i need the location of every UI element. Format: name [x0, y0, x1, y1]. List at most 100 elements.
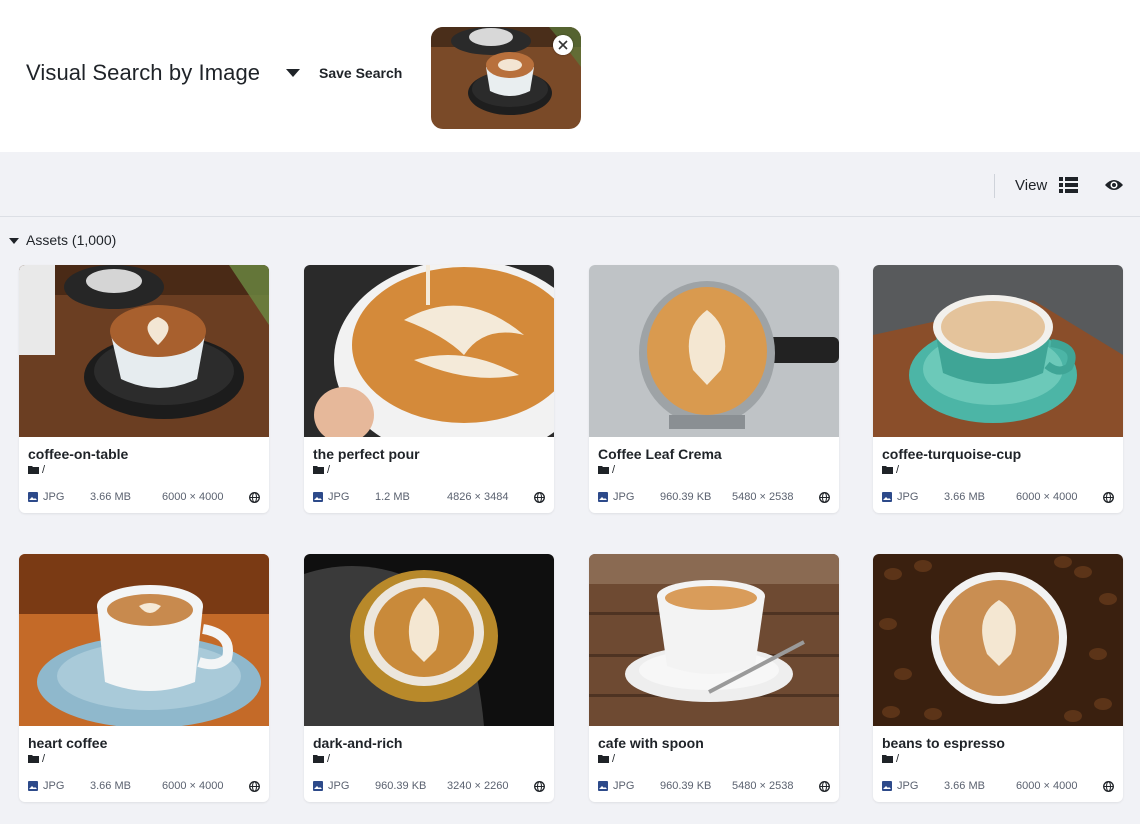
asset-thumbnail: [589, 554, 839, 726]
folder-icon: [313, 466, 324, 474]
folder-path: /: [313, 753, 330, 765]
asset-thumbnail: [19, 265, 269, 437]
image-file-icon: [598, 492, 608, 502]
globe-icon: [534, 781, 545, 792]
folder-icon: [28, 466, 39, 474]
globe-icon: [534, 492, 545, 503]
folder-path-text: /: [327, 464, 331, 476]
asset-card[interactable]: coffee-on-table / JPG 3.66 MB 6000 × 400…: [19, 265, 269, 513]
results-toolbar: View: [0, 152, 1140, 217]
folder-icon: [598, 755, 609, 763]
asset-card[interactable]: heart coffee / JPG 3.66 MB 6000 × 4000: [19, 554, 269, 802]
image-file-icon: [28, 781, 38, 791]
chevron-down-icon[interactable]: [284, 66, 302, 80]
file-size: 3.66 MB: [944, 491, 985, 503]
asset-thumbnail: [873, 554, 1123, 726]
search-title: Visual Search by Image: [26, 60, 261, 85]
asset-card[interactable]: dark-and-rich / JPG 960.39 KB 3240 × 226…: [304, 554, 554, 802]
folder-path: /: [313, 464, 330, 476]
file-type: JPG: [897, 780, 919, 792]
assets-section-toggle[interactable]: Assets (1,000): [8, 232, 116, 248]
file-type: JPG: [613, 491, 635, 503]
asset-card[interactable]: beans to espresso / JPG 3.66 MB 6000 × 4…: [873, 554, 1123, 802]
asset-title: dark-and-rich: [313, 735, 403, 751]
file-size: 3.66 MB: [944, 780, 985, 792]
list-view-icon[interactable]: [1059, 177, 1078, 193]
file-size: 3.66 MB: [90, 780, 131, 792]
file-size: 1.2 MB: [375, 491, 410, 503]
asset-title: heart coffee: [28, 735, 108, 751]
file-dimensions: 5480 × 2538: [732, 780, 794, 792]
file-dimensions: 4826 × 3484: [447, 491, 509, 503]
globe-icon: [1103, 492, 1114, 503]
image-file-icon: [313, 781, 323, 791]
folder-path-text: /: [42, 753, 46, 765]
file-type: JPG: [328, 491, 350, 503]
folder-icon: [313, 755, 324, 763]
asset-title: coffee-turquoise-cup: [882, 446, 1022, 462]
asset-title: beans to espresso: [882, 735, 1005, 751]
folder-path-text: /: [327, 753, 331, 765]
image-file-icon: [313, 492, 323, 502]
folder-icon: [882, 466, 893, 474]
asset-card[interactable]: Coffee Leaf Crema / JPG 960.39 KB 5480 ×…: [589, 265, 839, 513]
asset-card[interactable]: the perfect pour / JPG 1.2 MB 4826 × 348…: [304, 265, 554, 513]
folder-path: /: [882, 464, 899, 476]
file-dimensions: 3240 × 2260: [447, 780, 509, 792]
view-label[interactable]: View: [1015, 177, 1047, 194]
file-size: 960.39 KB: [375, 780, 427, 792]
results-area: View Assets (1,000) coffee-on-table / JP…: [0, 152, 1140, 824]
asset-card[interactable]: coffee-turquoise-cup / JPG 3.66 MB 6000 …: [873, 265, 1123, 513]
file-dimensions: 6000 × 4000: [162, 491, 224, 503]
globe-icon: [249, 781, 260, 792]
file-size: 960.39 KB: [660, 491, 712, 503]
image-file-icon: [598, 781, 608, 791]
caret-down-icon: [9, 238, 19, 245]
asset-title: the perfect pour: [313, 446, 420, 462]
file-dimensions: 6000 × 4000: [1016, 491, 1078, 503]
image-file-icon: [882, 781, 892, 791]
eye-icon[interactable]: [1104, 177, 1124, 193]
toolbar-divider: [994, 174, 995, 198]
asset-thumbnail: [589, 265, 839, 437]
asset-title: Coffee Leaf Crema: [598, 446, 722, 462]
asset-thumbnail: [304, 265, 554, 437]
folder-path: /: [598, 753, 615, 765]
file-type: JPG: [613, 780, 635, 792]
save-search-button[interactable]: Save Search: [319, 65, 402, 81]
folder-path-text: /: [896, 753, 900, 765]
file-dimensions: 6000 × 4000: [162, 780, 224, 792]
asset-thumbnail: [19, 554, 269, 726]
file-dimensions: 5480 × 2538: [732, 491, 794, 503]
folder-path: /: [28, 464, 45, 476]
file-type: JPG: [43, 491, 65, 503]
folder-path-text: /: [42, 464, 46, 476]
asset-thumbnail: [873, 265, 1123, 437]
folder-path: /: [598, 464, 615, 476]
file-type: JPG: [897, 491, 919, 503]
file-size: 3.66 MB: [90, 491, 131, 503]
file-size: 960.39 KB: [660, 780, 712, 792]
asset-title: coffee-on-table: [28, 446, 129, 462]
file-dimensions: 6000 × 4000: [1016, 780, 1078, 792]
file-type: JPG: [43, 780, 65, 792]
search-header: Visual Search by Image Save Search: [0, 0, 1140, 152]
asset-card[interactable]: cafe with spoon / JPG 960.39 KB 5480 × 2…: [589, 554, 839, 802]
assets-heading: Assets (1,000): [26, 232, 117, 248]
folder-icon: [882, 755, 893, 763]
folder-icon: [598, 466, 609, 474]
file-type: JPG: [328, 780, 350, 792]
globe-icon: [819, 492, 830, 503]
globe-icon: [819, 781, 830, 792]
globe-icon: [1103, 781, 1114, 792]
folder-path: /: [882, 753, 899, 765]
asset-title: cafe with spoon: [598, 735, 704, 751]
image-file-icon: [28, 492, 38, 502]
folder-path: /: [28, 753, 45, 765]
asset-thumbnail: [304, 554, 554, 726]
folder-path-text: /: [612, 464, 616, 476]
globe-icon: [249, 492, 260, 503]
folder-icon: [28, 755, 39, 763]
folder-path-text: /: [896, 464, 900, 476]
close-icon[interactable]: [553, 35, 573, 55]
